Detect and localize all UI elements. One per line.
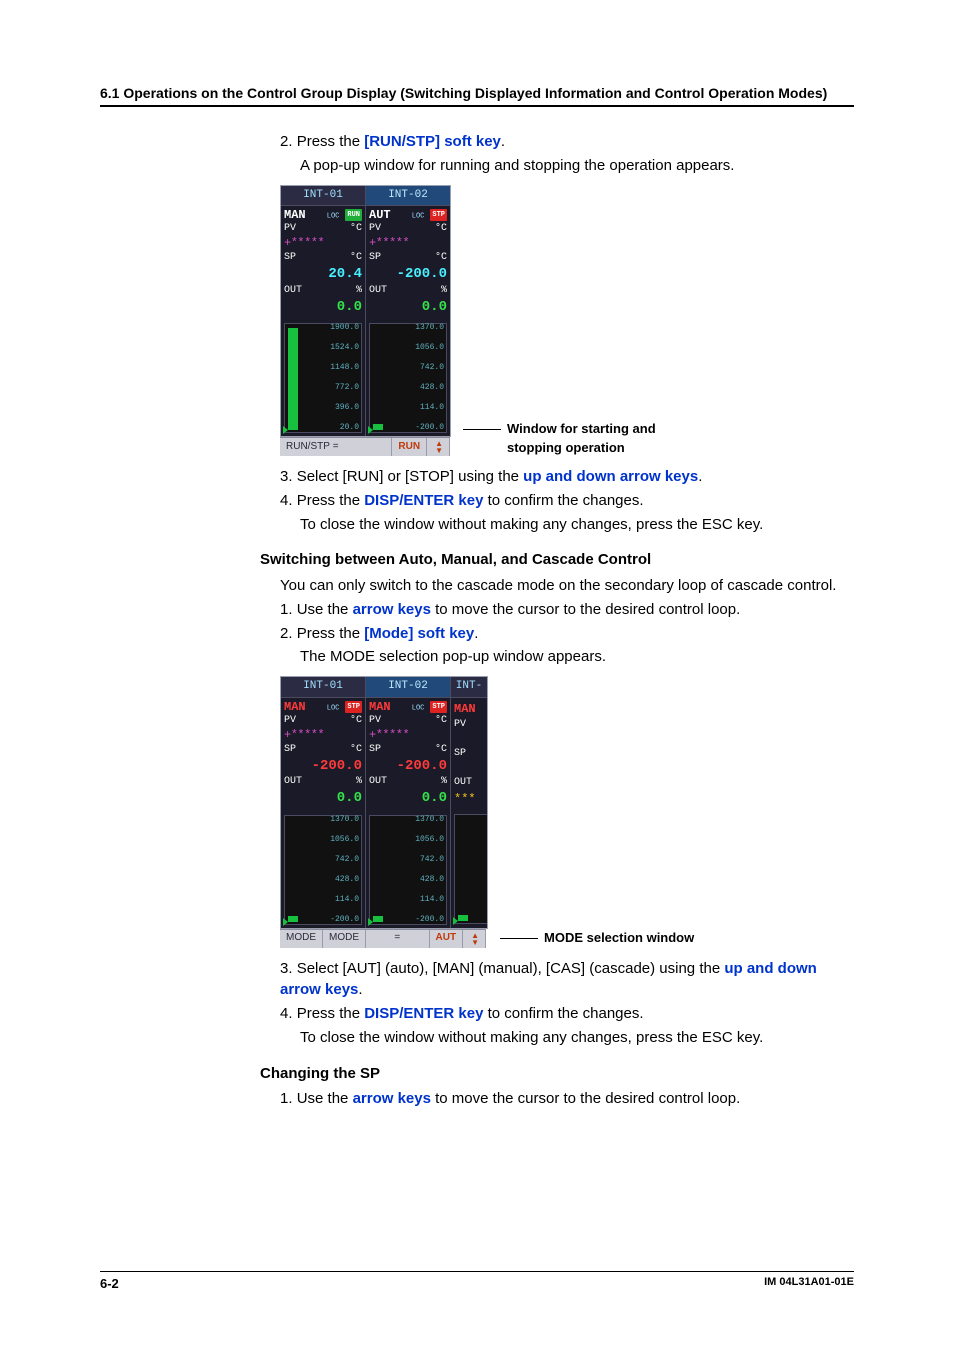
runstp-softkey[interactable]: RUN/STP = <box>280 438 392 456</box>
changing-sp-heading: Changing the SP <box>260 1063 854 1085</box>
panel2-int03-partial: INT- MAN PV SP OUT *** <box>450 677 487 928</box>
tab-int02[interactable]: INT-02 <box>366 186 450 207</box>
p2-out-val: 0.0 <box>369 297 447 317</box>
switching-heading: Switching between Auto, Manual, and Casc… <box>260 549 854 571</box>
p1-sp-unit: °C <box>350 252 362 264</box>
triangle-marker-icon <box>368 426 373 434</box>
step-3: 3. Select [RUN] or [STOP] using the up a… <box>280 466 854 488</box>
mode-eq: = <box>366 930 430 948</box>
p1-pv-lbl: PV <box>284 223 296 235</box>
p2-mode: AUT <box>369 209 391 223</box>
switch-step-3: 3. Select [AUT] (auto), [MAN] (manual), … <box>280 958 854 1002</box>
section-header: 6.1 Operations on the Control Group Disp… <box>100 85 854 107</box>
runstp-window-figure: INT-01 MAN LOC RUN PV °C +***** SP °C 20.4… <box>280 185 854 457</box>
step-4: 4. Press the DISP/ENTER key to confirm t… <box>280 490 854 512</box>
switch-step-2-desc: The MODE selection pop-up window appears… <box>300 646 854 668</box>
runstp-panels: INT-01 MAN LOC RUN PV °C +***** SP °C 20.4… <box>280 185 451 438</box>
p2-out-unit: % <box>441 285 447 297</box>
p2-loc: LOC <box>412 213 425 221</box>
arrow-keys-ref-4: arrow keys <box>353 1090 431 1107</box>
runstp-value[interactable]: RUN <box>392 438 427 456</box>
triangle-marker-icon <box>283 918 288 926</box>
triangle-marker-icon <box>368 918 373 926</box>
updown-icon[interactable]: ▲▼ <box>427 438 450 456</box>
p2-pv-unit: °C <box>435 223 447 235</box>
mode-softkey-bar: MODE MODE = AUT ▲▼ <box>280 929 486 948</box>
p1-loc: LOC <box>327 213 340 221</box>
p1-out-lbl: OUT <box>284 285 302 297</box>
triangle-marker-icon <box>283 426 288 434</box>
mode-softkey-2[interactable]: MODE <box>323 930 366 948</box>
p2-sp-lbl: SP <box>369 252 381 264</box>
p1-pv-val: +***** <box>284 235 362 252</box>
mode-softkey-1[interactable]: MODE <box>280 930 323 948</box>
p1-out-unit: % <box>356 285 362 297</box>
changing-step-1: 1. Use the arrow keys to move the cursor… <box>280 1088 854 1110</box>
step-2-pre: Press the <box>297 133 365 150</box>
p2-sp-unit: °C <box>435 252 447 264</box>
p2-bargraph: 1370.0 1056.0 742.0 428.0 114.0 -200.0 <box>369 323 447 433</box>
panel2-int02: INT-02 MAN LOC STP PV°C +***** SP°C -200… <box>365 677 450 928</box>
switch-step-1: 1. Use the arrow keys to move the cursor… <box>280 599 854 621</box>
page-footer: 6-2 IM 04L31A01-01E <box>100 1271 854 1291</box>
runstp-softkey-ref: [RUN/STP] soft key <box>364 133 501 150</box>
p1-sp-val: 20.4 <box>284 264 362 284</box>
arrow-keys-ref: up and down arrow keys <box>523 468 698 485</box>
p2-sp-val: -200.0 <box>369 264 447 284</box>
p1-sp-lbl: SP <box>284 252 296 264</box>
tab2-int02[interactable]: INT-02 <box>366 677 450 698</box>
mode-caption: MODE selection window <box>500 929 694 948</box>
switch-step-4-note: To close the window without making any c… <box>300 1027 854 1049</box>
triangle-marker-icon <box>453 917 458 925</box>
step-2-desc: A pop-up window for running and stopping… <box>300 155 854 177</box>
p2c-bargraph <box>454 814 487 924</box>
mode-softkey-ref: [Mode] soft key <box>364 625 474 642</box>
doc-id: IM 04L31A01-01E <box>764 1276 854 1291</box>
arrow-keys-ref-2: arrow keys <box>353 601 431 618</box>
mode-window-figure: INT-01 MAN LOC STP PV°C +***** SP°C -200… <box>280 676 854 948</box>
step-4-note: To close the window without making any c… <box>300 514 854 536</box>
p2b-bargraph: 1370.0 1056.0 742.0 428.0 114.0 -200.0 <box>369 815 447 925</box>
panel2-int01: INT-01 MAN LOC STP PV°C +***** SP°C -200… <box>281 677 365 928</box>
panel-int02: INT-02 AUT LOC STP PV °C +***** SP °C -200… <box>365 186 450 437</box>
p2-stp-badge: STP <box>430 209 447 221</box>
p1-bargraph: 1900.0 1524.0 1148.0 772.0 396.0 20.0 <box>284 323 362 433</box>
stp-badge: STP <box>345 701 362 713</box>
tab-int01[interactable]: INT-01 <box>281 186 365 207</box>
runstp-softkey-bar: RUN/STP = RUN ▲▼ <box>280 437 450 456</box>
p2-pv-val: +***** <box>369 235 447 252</box>
disp-enter-ref: DISP/ENTER key <box>364 492 483 509</box>
p2a-bargraph: 1370.0 1056.0 742.0 428.0 114.0 -200.0 <box>284 815 362 925</box>
step-2-num: 2. <box>280 133 293 150</box>
step-2: 2. Press the [RUN/STP] soft key. <box>280 131 854 153</box>
p1-run-badge: RUN <box>345 209 362 221</box>
p2-pv-lbl: PV <box>369 223 381 235</box>
tab2-int03[interactable]: INT- <box>451 677 487 698</box>
runstp-caption-l1: Window for starting and <box>463 420 656 439</box>
page-number: 6-2 <box>100 1276 119 1291</box>
p1-pv-unit: °C <box>350 223 362 235</box>
p1-out-val: 0.0 <box>284 297 362 317</box>
switch-step-2: 2. Press the [Mode] soft key. <box>280 623 854 645</box>
mode-value[interactable]: AUT <box>430 930 464 948</box>
runstp-caption-l2: stopping operation <box>507 439 656 458</box>
step-2-post: . <box>501 133 505 150</box>
stp-badge: STP <box>430 701 447 713</box>
panel-int01: INT-01 MAN LOC RUN PV °C +***** SP °C 20.4… <box>281 186 365 437</box>
tab2-int01[interactable]: INT-01 <box>281 677 365 698</box>
updown-icon[interactable]: ▲▼ <box>463 930 486 948</box>
p1-mode: MAN <box>284 209 306 223</box>
switching-note: You can only switch to the cascade mode … <box>280 575 854 597</box>
disp-enter-ref-2: DISP/ENTER key <box>364 1005 483 1022</box>
p2-out-lbl: OUT <box>369 285 387 297</box>
switch-step-4: 4. Press the DISP/ENTER key to confirm t… <box>280 1003 854 1025</box>
mode-panels: INT-01 MAN LOC STP PV°C +***** SP°C -200… <box>280 676 488 929</box>
